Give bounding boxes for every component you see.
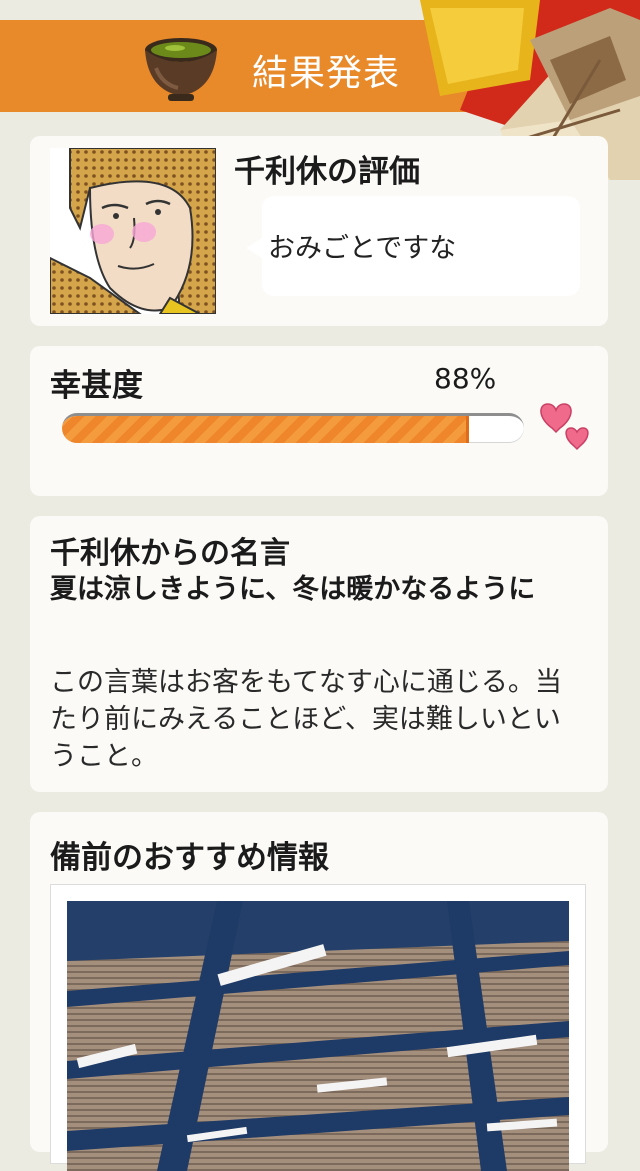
happiness-progress-bar [62,413,524,443]
page-title: 結果発表 [252,53,401,94]
info-title: 備前のおすすめ情報 [50,840,329,876]
speech-bubble: おみごとですな [246,196,580,296]
happiness-label: 幸甚度 [50,368,143,404]
sen-no-rikyu-portrait [50,148,216,314]
evaluation-title: 千利休の評価 [234,154,420,190]
evaluation-card: 千利休の評価 おみごとですな [30,136,608,326]
info-card[interactable]: 備前のおすすめ情報 [30,812,608,1171]
evaluation-comment: おみごとですな [268,233,457,264]
happiness-card: 幸甚度 88% [30,346,608,496]
tea-bowl-icon [145,38,217,101]
quote-main-text: 夏は涼しきように、冬は暖かなるように [50,574,536,605]
quote-body-text: この言葉はお客をもてなす心に通じる。当たり前にみえることほど、実は難しいというこ… [50,667,562,772]
happiness-progress-fill [62,416,469,443]
info-photo-frame[interactable] [50,884,586,1171]
quote-title: 千利休からの名言 [50,536,290,571]
quote-card: 千利休からの名言 夏は涼しきように、冬は暖かなるように この言葉はお客をもてなす… [30,516,608,792]
happiness-percent: 88% [434,362,497,395]
info-photo [67,901,569,1171]
hearts-icon [540,403,589,451]
